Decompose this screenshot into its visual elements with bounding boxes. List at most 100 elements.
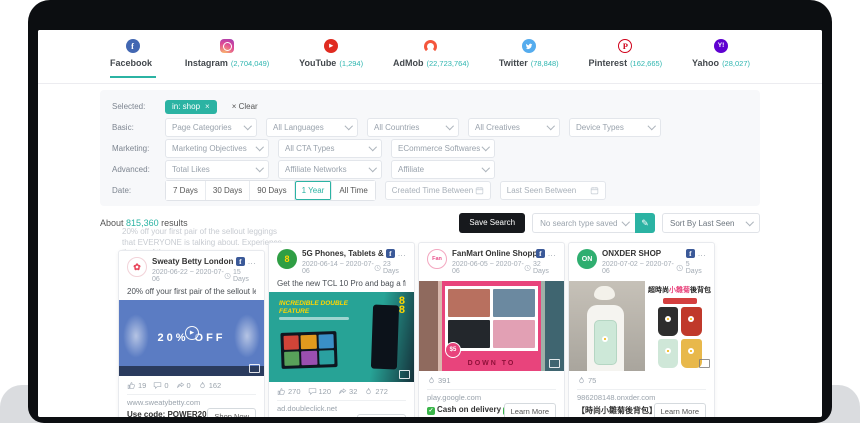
- marketing-objectives-select[interactable]: Marketing Objectives: [165, 139, 269, 158]
- expand-icon[interactable]: [249, 364, 260, 373]
- saved-search-select[interactable]: No search type saved: [532, 213, 635, 233]
- languages-select[interactable]: All Languages: [266, 118, 358, 137]
- selected-row: Selected: in: shop × × Clear: [112, 96, 748, 117]
- creatives-select[interactable]: All Creatives: [468, 118, 560, 137]
- youtube-icon: ▶: [324, 39, 338, 53]
- share-icon: [338, 387, 347, 396]
- expand-icon[interactable]: [549, 359, 560, 368]
- date-1-year-button[interactable]: 1 Year: [295, 181, 333, 200]
- product-collage: [658, 307, 702, 368]
- created-time-between-input[interactable]: Created Time Between: [385, 181, 491, 200]
- chevron-down-icon: [546, 122, 554, 130]
- ad-headline: ✓Cash on delivery ✓Days fr...: [427, 405, 513, 415]
- more-options-icon[interactable]: ...: [698, 252, 706, 256]
- tab-yahoo[interactable]: Y! Yahoo(28,027): [692, 39, 750, 78]
- ad-headline: 【時尚小雛菊後背包】小雛菊刺...: [577, 405, 663, 416]
- avatar: ✿: [127, 257, 147, 277]
- last-seen-between-input[interactable]: Last Seen Between: [500, 181, 606, 200]
- days-running: 5 Days: [686, 261, 706, 275]
- daisy-icon: [665, 316, 671, 322]
- daisy-icon: [665, 348, 671, 354]
- cta-types-select[interactable]: All CTA Types: [278, 139, 382, 158]
- date-30-days-button[interactable]: 30 Days: [206, 181, 250, 200]
- sort-select[interactable]: Sort By Last Seen: [662, 213, 760, 233]
- engagement-stats: 391: [427, 371, 556, 390]
- product-collage: [445, 286, 538, 351]
- cta-button[interactable]: Learn More: [654, 403, 706, 417]
- chevron-down-icon: [255, 164, 263, 172]
- phone-graphic: [371, 305, 399, 370]
- share-icon: [176, 381, 185, 390]
- chevron-down-icon: [621, 218, 629, 226]
- chip-close-icon[interactable]: ×: [205, 102, 210, 111]
- calendar-icon: [590, 186, 599, 195]
- instagram-icon: [220, 39, 234, 53]
- device-types-select[interactable]: Device Types: [569, 118, 661, 137]
- ecommerce-softwares-select[interactable]: ECommerce Softwares: [391, 139, 495, 158]
- more-options-icon[interactable]: ...: [548, 252, 556, 256]
- tab-twitter[interactable]: Twitter(78,848): [499, 39, 559, 78]
- tab-youtube[interactable]: ▶ YouTube(1,294): [299, 39, 363, 78]
- page-title[interactable]: ONXDER SHOP: [602, 249, 661, 258]
- model-photo: [569, 281, 645, 371]
- heat-icon: [577, 376, 586, 385]
- date-range: 2020-07-02 ~ 2020-07-06: [602, 261, 676, 275]
- heat-icon: [364, 387, 373, 396]
- play-icon[interactable]: ▶: [185, 326, 199, 340]
- page-title[interactable]: FanMart Online Shopping - F...: [452, 249, 536, 258]
- avatar: ON: [577, 249, 597, 269]
- countries-select[interactable]: All Countries: [367, 118, 459, 137]
- save-search-button[interactable]: Save Search: [459, 213, 525, 233]
- cta-button[interactable]: Learn More: [504, 403, 556, 417]
- tab-admob[interactable]: AdMob(22,723,764): [393, 39, 469, 78]
- tab-instagram[interactable]: Instagram(2,704,049): [185, 39, 269, 78]
- pinterest-icon: P: [618, 39, 632, 53]
- app-screen: f Facebook Instagram(2,704,049) ▶ YouTub…: [38, 30, 822, 417]
- ad-domain: play.google.com: [427, 393, 556, 402]
- expand-icon[interactable]: [699, 359, 710, 368]
- date-range: 2020-06-14 ~ 2020-07-06: [302, 261, 374, 275]
- tab-pinterest[interactable]: P Pinterest(162,665): [589, 39, 663, 78]
- price-badge: $5: [445, 342, 461, 358]
- comment-icon: [308, 387, 317, 396]
- ad-creative-image[interactable]: 20% OFF ▶: [119, 300, 264, 376]
- date-90-days-button[interactable]: 90 Days: [250, 181, 294, 200]
- total-likes-select[interactable]: Total Likes: [165, 160, 269, 179]
- page-title[interactable]: 5G Phones, Tablets & SIMs | ...: [302, 249, 386, 258]
- cta-button[interactable]: Shop Now: [357, 414, 406, 417]
- clock-icon: [524, 264, 531, 272]
- ad-creative-image[interactable]: INCREDIBLE DOUBLEFEATURE 88: [269, 292, 414, 382]
- ad-headline: £35 per month | £30 upfront | ...: [277, 416, 363, 417]
- tab-facebook[interactable]: f Facebook: [110, 39, 155, 78]
- ad-card: Fan FanMart Online Shopping - F... f... …: [418, 242, 565, 417]
- days-running: 15 Days: [233, 269, 256, 283]
- chevron-down-icon: [344, 122, 352, 130]
- tv-graphic: [280, 331, 337, 369]
- affiliate-networks-select[interactable]: Affiliate Networks: [278, 160, 382, 179]
- daisy-icon: [688, 316, 694, 322]
- selected-filter-chip[interactable]: in: shop ×: [165, 100, 217, 114]
- affiliate-select[interactable]: Affiliate: [391, 160, 495, 179]
- chevron-down-icon: [243, 122, 251, 130]
- more-options-icon[interactable]: ...: [398, 252, 406, 256]
- expand-icon[interactable]: [399, 370, 410, 379]
- ad-creative-image[interactable]: DOWN TO $5: [419, 281, 564, 371]
- page-categories-select[interactable]: Page Categories: [165, 118, 257, 137]
- daisy-icon: [602, 336, 608, 342]
- date-range-segment: 7 Days 30 Days 90 Days 1 Year All Time: [165, 180, 376, 201]
- edit-saved-search-button[interactable]: ✎: [635, 213, 655, 233]
- page-title[interactable]: Sweaty Betty London | Wom...: [152, 257, 236, 266]
- date-filter-row: Date: 7 Days 30 Days 90 Days 1 Year All …: [112, 180, 748, 201]
- date-all-time-button[interactable]: All Time: [332, 181, 374, 200]
- ad-creative-image[interactable]: 超時尚小雛菊後背包: [569, 281, 714, 371]
- comment-icon: [153, 381, 162, 390]
- clear-filters-link[interactable]: × Clear: [232, 102, 258, 111]
- ad-headline: Use code: POWER20: [127, 410, 213, 417]
- chevron-down-icon: [368, 164, 376, 172]
- ad-card: 8 5G Phones, Tablets & SIMs | ... f... 2…: [268, 242, 415, 417]
- cta-button[interactable]: Shop Now: [207, 408, 256, 417]
- date-7-days-button[interactable]: 7 Days: [166, 181, 206, 200]
- twitter-icon: [522, 39, 536, 53]
- ad-domain: 986208148.onxder.com: [577, 393, 706, 402]
- more-options-icon[interactable]: ...: [248, 260, 256, 264]
